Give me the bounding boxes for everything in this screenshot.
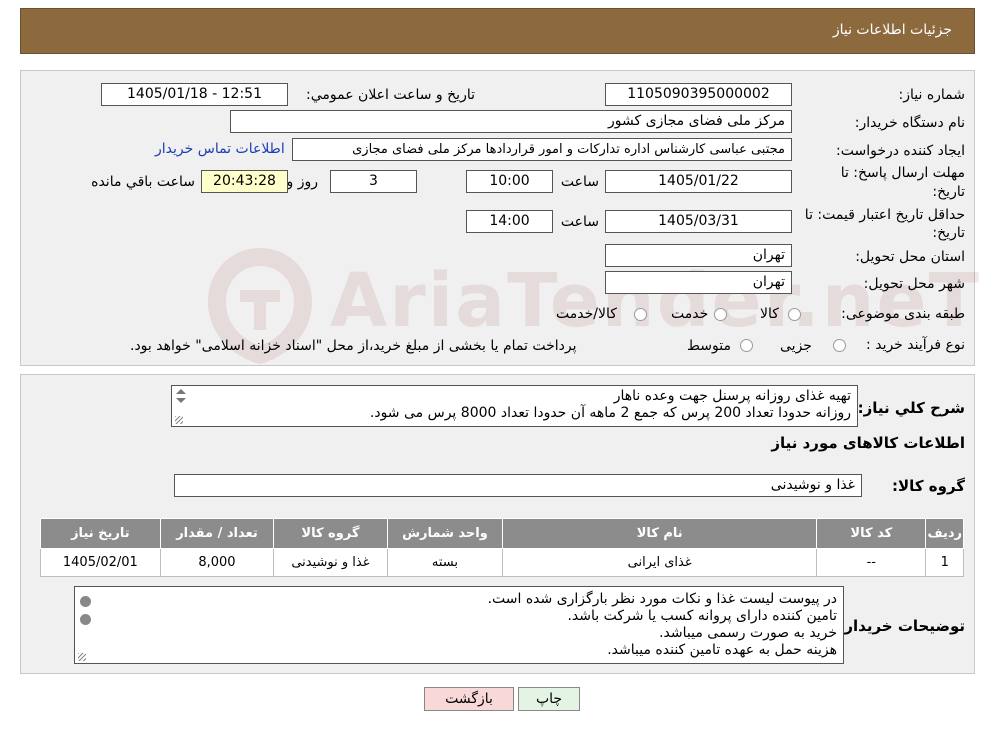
buyer-note-line: هزینه حمل به عهده تامین کننده میباشد. [607,642,837,658]
summary-line: روزانه حدودا تعداد 200 پرس که جمع 2 ماهه… [369,405,851,421]
goods-table: ردیف کد کالا نام کالا واحد شمارش گروه کا… [40,518,964,577]
cell-quantity: 8,000 [159,548,275,577]
col-row: ردیف [925,518,964,549]
table-header-row: ردیف کد کالا نام کالا واحد شمارش گروه کا… [40,518,964,549]
deadline-label-2: تاریخ: [932,184,965,200]
cell-code: -- [816,548,927,577]
category-service-radio[interactable] [714,308,727,321]
validity-time-field: 14:00 [466,210,553,233]
buyer-note-line: خرید به صورت رسمی میباشد. [659,625,837,641]
col-code: کد کالا [816,518,927,549]
category-service-label: خدمت [671,306,709,322]
remaining-time-field: 20:43:28 [201,170,288,193]
announce-label: تاریخ و ساعت اعلان عمومي: [306,87,475,103]
back-button[interactable]: بازگشت [424,687,514,711]
process-medium-label: متوسط [687,338,731,354]
cell-unit: بسته [386,548,504,577]
deadline-date-field: 1405/01/22 [605,170,792,193]
validity-date-field: 1405/03/31 [605,210,792,233]
creator-field: مجتبی عباسی کارشناس اداره تدارکات و امور… [292,138,792,161]
col-date: تاریخ نیاز [40,518,161,549]
process-minor-label: جزیی [780,338,812,354]
resize-grip-icon[interactable] [78,653,86,661]
cell-row: 1 [925,548,964,577]
category-goods-label: کالا [760,306,779,322]
resize-grip-icon[interactable] [175,416,183,424]
buyer-org-label: نام دستگاه خریدار: [854,115,965,131]
cell-date: 1405/02/01 [40,548,161,577]
cell-name: غذای ایرانی [502,548,818,577]
scroll-thumb-icon[interactable] [80,596,91,607]
col-quantity: تعداد / مقدار [159,518,275,549]
province-field: تهران [605,244,792,267]
category-goods-service-label: کالا/خدمت [556,306,617,322]
buyer-notes-textarea[interactable]: در پیوست لیست غذا و نکات مورد نظر بارگزا… [74,586,844,664]
process-note: پرداخت تمام یا بخشی از مبلغ خرید،از محل … [130,338,577,354]
col-unit: واحد شمارش [386,518,504,549]
scroll-down-icon[interactable] [176,398,186,403]
process-minor-radio[interactable] [833,339,846,352]
goods-group-field: غذا و نوشیدنی [174,474,862,497]
scroll-thumb-icon[interactable] [80,614,91,625]
need-number-field: 1105090395000002 [605,83,792,106]
city-field: تهران [605,271,792,294]
page-title: جزئیات اطلاعات نیاز [832,22,952,38]
summary-line: تهیه غذای روزانه پرسنل جهت وعده ناهار [613,388,851,404]
category-goods-radio[interactable] [788,308,801,321]
deadline-time-label: ساعت [560,174,599,190]
need-number-label: شماره نیاز: [898,87,966,103]
validity-label-2: تاریخ: [932,225,965,241]
process-label: نوع فرآیند خرید : [866,337,965,353]
validity-label: حداقل تاریخ اعتبار قیمت: تا [804,207,965,223]
validity-time-label: ساعت [560,214,599,230]
table-row: 1 -- غذای ایرانی بسته غذا و نوشیدنی 8,00… [40,548,964,577]
summary-textarea[interactable]: تهیه غذای روزانه پرسنل جهت وعده ناهار رو… [171,385,858,427]
category-label: طبقه بندی موضوعی: [841,306,965,322]
print-button[interactable]: چاپ [518,687,580,711]
deadline-time-field: 10:00 [466,170,553,193]
goods-group-label: گروه کالا: [892,477,965,495]
buyer-org-field: مرکز ملی فضای مجازی کشور [230,110,792,133]
col-group: گروه کالا [273,518,388,549]
goods-section-title: اطلاعات کالاهای مورد نیاز [771,434,965,452]
summary-label: شرح كلي نياز: [857,399,965,417]
creator-label: ایجاد کننده درخواست: [836,143,965,159]
process-medium-radio[interactable] [740,339,753,352]
col-name: نام کالا [502,518,818,549]
province-label: استان محل تحویل: [855,249,965,265]
buyer-notes-label: توضیحات خریدار: [838,617,965,635]
scroll-up-icon[interactable] [176,389,186,394]
remaining-label: ساعت باقي مانده [91,174,195,190]
days-label: روز و [286,174,319,190]
page-header: جزئیات اطلاعات نیاز [20,8,975,54]
city-label: شهر محل تحویل: [863,276,965,292]
buyer-note-line: در پیوست لیست غذا و نکات مورد نظر بارگزا… [487,591,837,607]
buyer-contact-link[interactable]: اطلاعات تماس خریدار [155,141,285,157]
deadline-label: مهلت ارسال پاسخ: تا [840,165,965,181]
days-field: 3 [330,170,417,193]
buyer-note-line: تامین کننده دارای پروانه کسب یا شرکت باش… [567,608,837,624]
category-goods-service-radio[interactable] [634,308,647,321]
cell-group: غذا و نوشیدنی [273,548,388,577]
announce-field: 1405/01/18 - 12:51 [101,83,288,106]
